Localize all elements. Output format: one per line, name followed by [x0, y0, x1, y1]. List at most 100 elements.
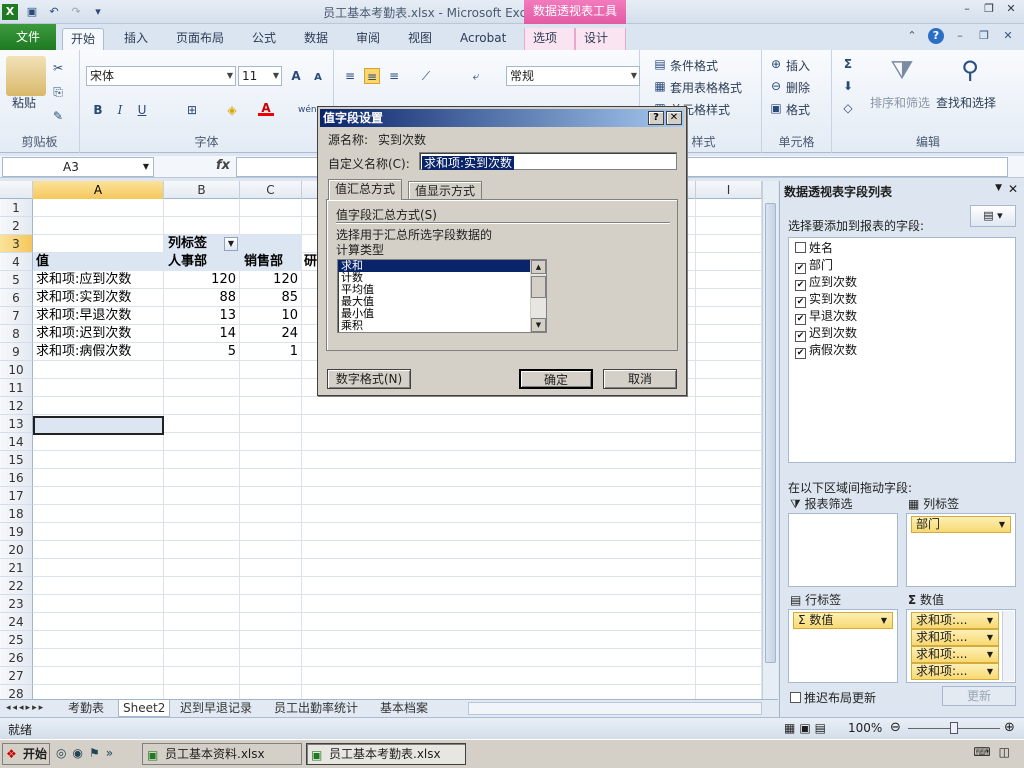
- checked-checkbox-icon[interactable]: ✔: [795, 348, 806, 359]
- dialog-help-icon[interactable]: ?: [648, 111, 664, 125]
- values-zone[interactable]: 求和项:... ▼ 求和项:... ▼ 求和项:... ▼ 求和项:... ▼: [906, 609, 1016, 683]
- listbox-scrollbar[interactable]: ▲ ▼: [530, 260, 546, 332]
- select-all-corner[interactable]: [0, 181, 33, 199]
- calc-type-item[interactable]: 最小值: [338, 308, 546, 320]
- sort-filter-label[interactable]: 排序和筛选: [870, 94, 930, 111]
- row-header[interactable]: 24: [0, 613, 33, 631]
- format-cells-icon[interactable]: ▣: [768, 100, 784, 116]
- selected-cell-a3[interactable]: [33, 416, 164, 435]
- value-field-pill[interactable]: 求和项:... ▼: [911, 646, 999, 663]
- doc-restore-icon[interactable]: ❐: [976, 28, 992, 44]
- font-name-combo[interactable]: 宋体 ▼: [86, 66, 236, 86]
- find-select-icon[interactable]: ⚲: [950, 56, 990, 96]
- calc-type-item[interactable]: 乘积: [338, 320, 546, 332]
- insert-cells-icon[interactable]: ⊕: [768, 56, 784, 72]
- row-header[interactable]: 5: [0, 271, 33, 289]
- tab-view[interactable]: 视图: [400, 28, 440, 50]
- align-middle-icon[interactable]: ≡: [364, 68, 380, 84]
- name-box[interactable]: A3 ▼: [2, 157, 154, 177]
- align-top-icon[interactable]: ≡: [342, 68, 358, 84]
- zoom-out-icon[interactable]: ⊖: [890, 720, 901, 735]
- fill-color-icon[interactable]: ◈: [224, 102, 240, 118]
- value-field-pill[interactable]: 求和项:... ▼: [911, 612, 999, 629]
- tab-show-values-as[interactable]: 值显示方式: [408, 181, 483, 201]
- checked-checkbox-icon[interactable]: ✔: [795, 263, 806, 274]
- row-header[interactable]: 17: [0, 487, 33, 505]
- row-header[interactable]: 3: [0, 235, 33, 253]
- row-header[interactable]: 13: [0, 415, 33, 433]
- listbox-scroll-thumb[interactable]: [531, 276, 546, 298]
- row-header[interactable]: 2: [0, 217, 33, 235]
- tab-design[interactable]: 设计: [575, 28, 626, 50]
- quick-launch-icons[interactable]: ◎◉⚑»: [56, 746, 119, 760]
- value-field-pill[interactable]: 求和项:... ▼: [911, 663, 999, 680]
- row-header[interactable]: 11: [0, 379, 33, 397]
- ok-button[interactable]: 确定: [519, 369, 593, 389]
- sheet-tab[interactable]: 迟到早退记录: [176, 700, 256, 717]
- update-button[interactable]: 更新: [942, 686, 1016, 706]
- sheet-tab[interactable]: 考勤表: [64, 700, 108, 717]
- sheet-tab-active[interactable]: Sheet2: [118, 700, 171, 717]
- fill-icon[interactable]: ⬇: [840, 78, 856, 94]
- row-header[interactable]: 12: [0, 397, 33, 415]
- tab-file[interactable]: 文件: [0, 24, 56, 50]
- layout-options-icon[interactable]: ▤ ▾: [970, 205, 1016, 227]
- taskbar-item-active[interactable]: ▣ 员工基本考勤表.xlsx: [306, 743, 466, 765]
- tab-insert[interactable]: 插入: [116, 28, 156, 50]
- view-buttons-icon[interactable]: ▦▣▤: [784, 721, 830, 735]
- row-header[interactable]: 22: [0, 577, 33, 595]
- field-item[interactable]: ✔ 实到次数: [795, 291, 857, 308]
- defer-update-checkbox[interactable]: [790, 692, 801, 703]
- report-filter-zone[interactable]: [788, 513, 898, 587]
- align-bottom-icon[interactable]: ≡: [386, 68, 402, 84]
- row-header[interactable]: 6: [0, 289, 33, 307]
- row-header[interactable]: 7: [0, 307, 33, 325]
- column-field-pill[interactable]: 部门 ▼: [911, 516, 1011, 533]
- clear-icon[interactable]: ◇: [840, 100, 856, 116]
- field-item[interactable]: ✔ 部门: [795, 257, 833, 274]
- zoom-in-icon[interactable]: ⊕: [1004, 720, 1015, 735]
- table-format-icon[interactable]: ▦: [652, 78, 668, 94]
- cut-icon[interactable]: ✂: [50, 60, 66, 76]
- tab-review[interactable]: 审阅: [348, 28, 388, 50]
- sheet-tab[interactable]: 员工出勤率统计: [270, 700, 362, 717]
- restore-icon[interactable]: ❐: [982, 2, 996, 16]
- paste-label[interactable]: 粘贴: [12, 94, 36, 111]
- row-header[interactable]: 15: [0, 451, 33, 469]
- filter-dropdown-icon[interactable]: ▼: [224, 237, 238, 251]
- row-field-pill[interactable]: Σ 数值 ▼: [793, 612, 893, 629]
- insert-label[interactable]: 插入: [786, 57, 810, 74]
- column-labels-zone[interactable]: 部门 ▼: [906, 513, 1016, 587]
- tab-formulas[interactable]: 公式: [244, 28, 284, 50]
- find-select-label[interactable]: 查找和选择: [936, 94, 996, 111]
- number-format-button[interactable]: 数字格式(N): [327, 369, 411, 389]
- tab-home[interactable]: 开始: [62, 28, 105, 50]
- row-header[interactable]: 28: [0, 685, 33, 699]
- orientation-icon[interactable]: ⟋: [418, 68, 434, 84]
- checked-checkbox-icon[interactable]: ✔: [795, 331, 806, 342]
- scroll-thumb[interactable]: [765, 203, 776, 663]
- vertical-scrollbar[interactable]: [762, 181, 778, 699]
- tab-page-layout[interactable]: 页面布局: [168, 28, 232, 50]
- conditional-format-icon[interactable]: ▤: [652, 56, 668, 72]
- tab-data[interactable]: 数据: [296, 28, 336, 50]
- number-format-combo[interactable]: 常规 ▼: [506, 66, 640, 86]
- row-header[interactable]: 18: [0, 505, 33, 523]
- dialog-close-icon[interactable]: ✕: [666, 111, 682, 125]
- col-header-i[interactable]: I: [696, 181, 762, 199]
- system-tray-icons[interactable]: ⌨◫: [973, 745, 1018, 759]
- values-scrollbar[interactable]: [1002, 611, 1014, 681]
- col-header-a[interactable]: A: [33, 181, 164, 199]
- horizontal-scrollbar[interactable]: [468, 702, 762, 715]
- panel-close-icon[interactable]: ✕: [1008, 182, 1018, 196]
- row-header[interactable]: 21: [0, 559, 33, 577]
- scroll-down-icon[interactable]: ▼: [531, 318, 546, 332]
- border-icon[interactable]: ⊞: [184, 102, 200, 118]
- zoom-slider-thumb[interactable]: [950, 722, 958, 734]
- paste-icon[interactable]: [6, 56, 46, 96]
- calc-type-listbox[interactable]: 求和 计数 平均值 最大值 最小值 乘积 ▲ ▼: [337, 259, 547, 333]
- font-color-icon[interactable]: A: [258, 100, 274, 116]
- tab-acrobat[interactable]: Acrobat: [452, 28, 514, 50]
- row-header[interactable]: 8: [0, 325, 33, 343]
- font-size-combo[interactable]: 11 ▼: [238, 66, 282, 86]
